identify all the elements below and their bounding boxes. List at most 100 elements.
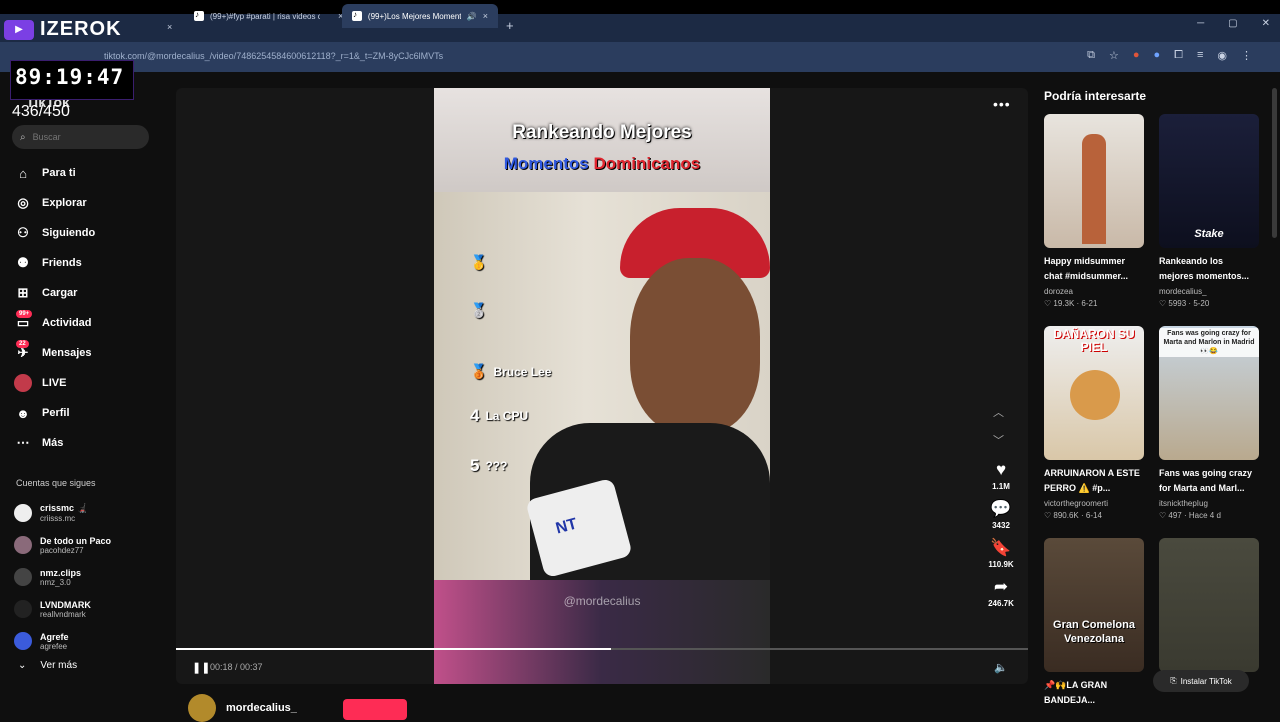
more-options-icon[interactable]: ••• xyxy=(993,96,1011,112)
video-progress-bar[interactable] xyxy=(176,648,1028,650)
thumbnail-text: Gran Comelona Venezolana xyxy=(1053,619,1135,645)
volume-icon[interactable]: 🔈 xyxy=(994,661,1008,674)
nav-item-para-ti[interactable]: ⌂ Para ti xyxy=(14,158,164,188)
extension-icon[interactable]: ● xyxy=(1154,49,1161,62)
like-button[interactable]: ♥ 1.1M xyxy=(992,460,1010,491)
chevron-up-icon[interactable]: ︿ xyxy=(993,404,1004,420)
card-user: dorozea xyxy=(1044,287,1073,296)
nav-item-live[interactable]: LIVE xyxy=(14,368,164,398)
bookmark-icon: 🔖 xyxy=(990,538,1012,557)
browser-tab[interactable]: (99+)#fyp #parati | risa videos c × xyxy=(184,4,353,28)
following-account[interactable]: nmz.clips nmz_3.0 xyxy=(14,561,164,593)
izerok-logo: ▶ IZEROK xyxy=(4,18,122,41)
minimize-button[interactable]: ─ xyxy=(1197,18,1204,29)
video-author[interactable]: mordecalius_ xyxy=(188,694,297,722)
home-icon: ⌂ xyxy=(19,165,27,181)
recommendation-card[interactable]: Happy midsummer chat #midsummer... doroz… xyxy=(1044,114,1144,308)
nav-item-explorar[interactable]: ◎ Explorar xyxy=(14,188,164,218)
following-account[interactable]: LVNDMARK reallvndmark xyxy=(14,593,164,625)
sidebar-nav: ⌂ Para ti ◎ Explorar ⚇ Siguiendo ⚉ Friends ⊞… xyxy=(14,158,164,458)
card-likes: 890.6K xyxy=(1053,511,1079,520)
brand-name: IZEROK xyxy=(40,18,122,40)
save-button[interactable]: 🔖 110.9K xyxy=(988,538,1013,569)
heart-icon: ♥ xyxy=(995,460,1007,479)
rank-item: 🥇 xyxy=(470,254,493,271)
extensions-puzzle-icon[interactable]: ⧠ xyxy=(1174,49,1183,62)
notification-badge: 22 xyxy=(16,340,29,348)
video-thumbnail xyxy=(1044,114,1144,248)
account-name: LVNDMARK xyxy=(40,599,91,610)
card-date: 6-21 xyxy=(1081,299,1098,308)
timer-overlay: 89:19:47 xyxy=(10,60,134,100)
install-tiktok-button[interactable]: ⎘ Instalar TikTok xyxy=(1153,670,1249,692)
scrollbar[interactable] xyxy=(1272,88,1277,238)
video-time: 00:18 / 00:37 xyxy=(210,662,263,672)
new-tab-button[interactable]: + xyxy=(506,18,514,33)
card-stats: ♡ 5993 · 5-20 xyxy=(1159,299,1210,308)
account-handle: pacohdez77 xyxy=(40,545,84,555)
nav-item-siguiendo[interactable]: ⚇ Siguiendo xyxy=(14,218,164,248)
url-field[interactable]: tiktok.com/@mordecalius_/video/748625458… xyxy=(104,51,443,61)
following-account[interactable]: De todo un Paco pacohdez77 xyxy=(14,529,164,561)
bookmark-star-icon[interactable]: ☆ xyxy=(1109,49,1119,62)
nav-label: Cargar xyxy=(42,287,78,299)
window-controls: ─ ▢ ✕ xyxy=(1197,18,1270,29)
comment-count: 3432 xyxy=(992,521,1010,530)
profile-icon: ☻ xyxy=(16,405,30,421)
account-name: nmz.clips xyxy=(40,567,82,578)
card-date: 5-20 xyxy=(1193,299,1210,308)
tab-close-icon[interactable]: × xyxy=(483,11,488,21)
nav-item-mensajes[interactable]: ✈ 22 Mensajes xyxy=(14,338,164,368)
search-box[interactable]: ⌕ xyxy=(12,125,149,149)
rank-item: 5??? xyxy=(470,456,507,476)
nav-item-mas[interactable]: ⋯ Más xyxy=(14,428,164,458)
tab-title: (99+)Los Mejores Moment xyxy=(367,11,461,21)
play-icon: ▶ xyxy=(4,19,34,40)
menu-kebab-icon[interactable]: ⋮ xyxy=(1241,49,1252,62)
user-plus-icon: ⚇ xyxy=(17,225,29,240)
tab-close-icon[interactable]: × xyxy=(167,22,172,32)
nav-item-friends[interactable]: ⚉ Friends xyxy=(14,248,164,278)
extension-icon[interactable]: ● xyxy=(1133,49,1140,62)
see-more-button[interactable]: ⌄ Ver más xyxy=(18,660,77,671)
card-stats: ♡ 497 · Hace 4 d xyxy=(1159,511,1221,520)
close-window-button[interactable]: ✕ xyxy=(1262,18,1270,29)
video-frame[interactable]: Rankeando Mejores Momentos Dominicanos N… xyxy=(434,88,770,684)
card-caption: Happy midsummer chat #midsummer... xyxy=(1044,256,1129,281)
following-account[interactable]: crissmc 🦼 criisss.mc xyxy=(14,497,164,529)
recommendation-card[interactable]: Fans was going crazy for Marta and Marlo… xyxy=(1159,326,1259,520)
nav-item-cargar[interactable]: ⊞ Cargar xyxy=(14,278,164,308)
medal-icon: 🥇 xyxy=(470,254,488,270)
maximize-button[interactable]: ▢ xyxy=(1228,18,1237,29)
rank-label: ??? xyxy=(485,459,508,473)
dog-shape xyxy=(1070,370,1120,420)
nav-item-actividad[interactable]: ▭ 99+ Actividad xyxy=(14,308,164,338)
install-label: Instalar TikTok xyxy=(1180,676,1232,686)
save-count: 110.9K xyxy=(988,560,1014,569)
follow-button[interactable] xyxy=(343,699,407,720)
nav-label: LIVE xyxy=(42,377,67,389)
card-date: Hace 4 d xyxy=(1188,511,1221,520)
chevron-down-icon[interactable]: ﹀ xyxy=(993,432,1004,448)
account-name: crissmc 🦼 xyxy=(40,503,88,513)
nav-label: Actividad xyxy=(42,317,92,329)
comment-button[interactable]: 💬 3432 xyxy=(990,499,1011,530)
search-input[interactable] xyxy=(32,132,133,142)
card-user: itsnickthepIug xyxy=(1159,499,1208,508)
recommendation-card[interactable]: Gran Comelona Venezolana 📌🙌LA GRAN BANDE… xyxy=(1044,538,1144,708)
profile-avatar-icon[interactable]: ◉ xyxy=(1217,49,1227,62)
nav-item-perfil[interactable]: ☻ Perfil xyxy=(14,398,164,428)
account-handle: agrefee xyxy=(40,641,68,651)
nav-label: Explorar xyxy=(42,197,87,209)
media-control-icon[interactable]: ≡ xyxy=(1197,49,1203,62)
pause-icon[interactable]: ❚❚ xyxy=(192,661,210,674)
recommendation-card[interactable]: DAÑARON SU PIEL ARRUINARON A ESTE PERRO … xyxy=(1044,326,1144,520)
speaker-icon[interactable]: 🔊 xyxy=(467,12,477,21)
card-user: victorthegroomerti xyxy=(1044,499,1109,508)
install-app-icon[interactable]: ⧉ xyxy=(1087,49,1095,62)
share-button[interactable]: ➦ 246.7K xyxy=(988,577,1014,608)
following-account[interactable]: Agrefe agrefee xyxy=(14,625,164,657)
rank-item: 🥈 xyxy=(470,302,493,319)
recommendation-card[interactable]: Stake Rankeando los mejores momentos... … xyxy=(1159,114,1259,308)
browser-tab-active[interactable]: (99+)Los Mejores Moment 🔊 × xyxy=(342,4,498,28)
